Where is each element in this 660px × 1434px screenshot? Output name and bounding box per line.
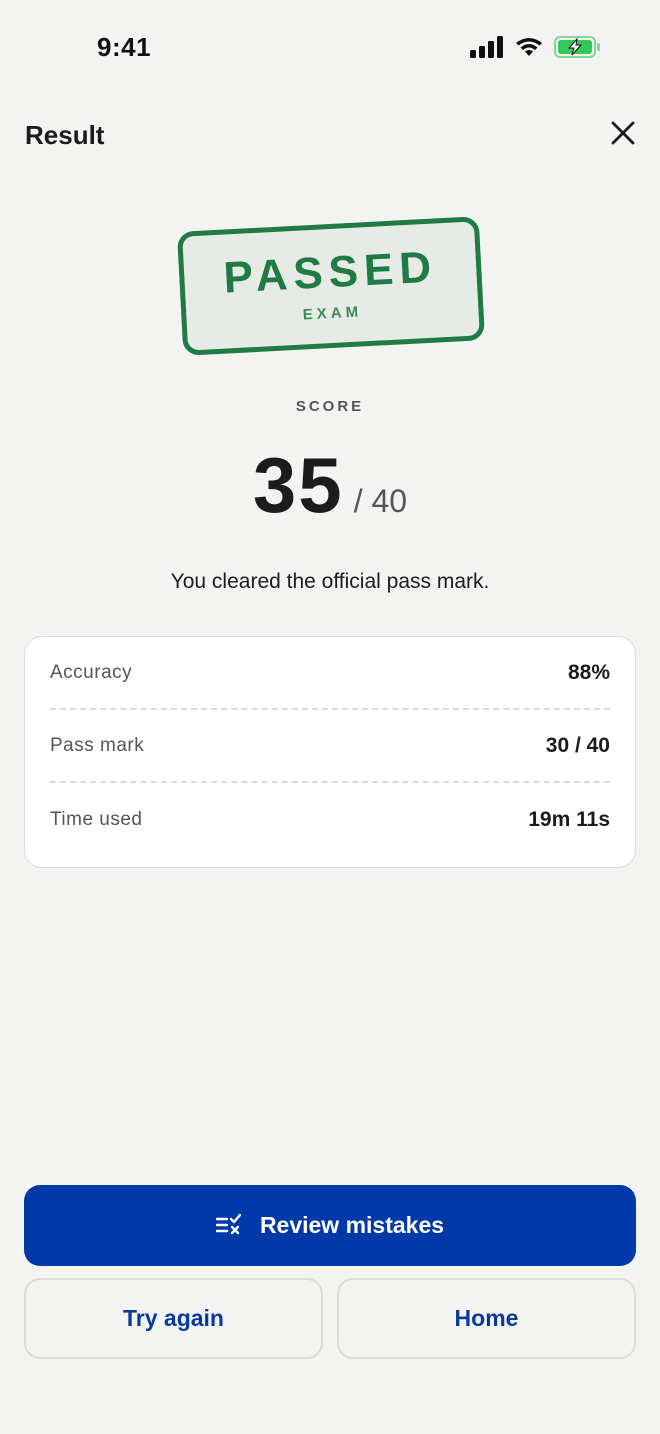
score-value: 35 xyxy=(252,441,344,529)
stat-label: Accuracy xyxy=(50,661,133,683)
review-mistakes-button[interactable]: Review mistakes xyxy=(24,1185,636,1266)
wifi-icon xyxy=(514,36,544,63)
close-icon xyxy=(610,120,636,151)
status-icons xyxy=(470,35,602,64)
stat-label: Pass mark xyxy=(50,734,145,756)
score-message: You cleared the official pass mark. xyxy=(170,570,490,593)
stamp-title: PASSED xyxy=(222,241,439,303)
result-screen: 9:41 Result PASSED EXAM SCORE 35 / 40 Yo… xyxy=(0,0,660,1434)
stat-value: 19m 11s xyxy=(528,807,610,831)
cellular-signal-icon xyxy=(470,35,504,63)
stat-row-pass-mark: Pass mark 30 / 40 xyxy=(50,710,610,783)
status-bar: 9:41 xyxy=(0,0,660,96)
review-list-icon xyxy=(215,1213,244,1238)
close-button[interactable] xyxy=(608,120,638,150)
stat-value: 88% xyxy=(567,660,610,684)
status-time: 9:41 xyxy=(97,32,152,62)
page-title: Result xyxy=(25,120,105,150)
header: Result xyxy=(0,100,660,172)
battery-charging-icon xyxy=(554,35,602,64)
try-again-label: Try again xyxy=(123,1305,224,1331)
score-total: / 40 xyxy=(353,483,408,519)
stats-card: Accuracy 88% Pass mark 30 / 40 Time used… xyxy=(24,636,636,868)
stamp-subtitle: EXAM xyxy=(302,302,363,324)
stat-value: 30 / 40 xyxy=(545,733,610,757)
try-again-button[interactable]: Try again xyxy=(24,1278,323,1359)
home-label: Home xyxy=(454,1305,519,1331)
score-display: 35 / 40 xyxy=(0,446,660,524)
passed-stamp: PASSED EXAM xyxy=(176,216,486,356)
stat-label: Time used xyxy=(50,808,143,830)
stat-row-time-used: Time used 19m 11s xyxy=(50,783,610,856)
home-button[interactable]: Home xyxy=(337,1278,636,1359)
score-label: SCORE xyxy=(295,398,365,415)
review-mistakes-label: Review mistakes xyxy=(259,1212,445,1238)
stat-row-accuracy: Accuracy 88% xyxy=(50,637,610,710)
